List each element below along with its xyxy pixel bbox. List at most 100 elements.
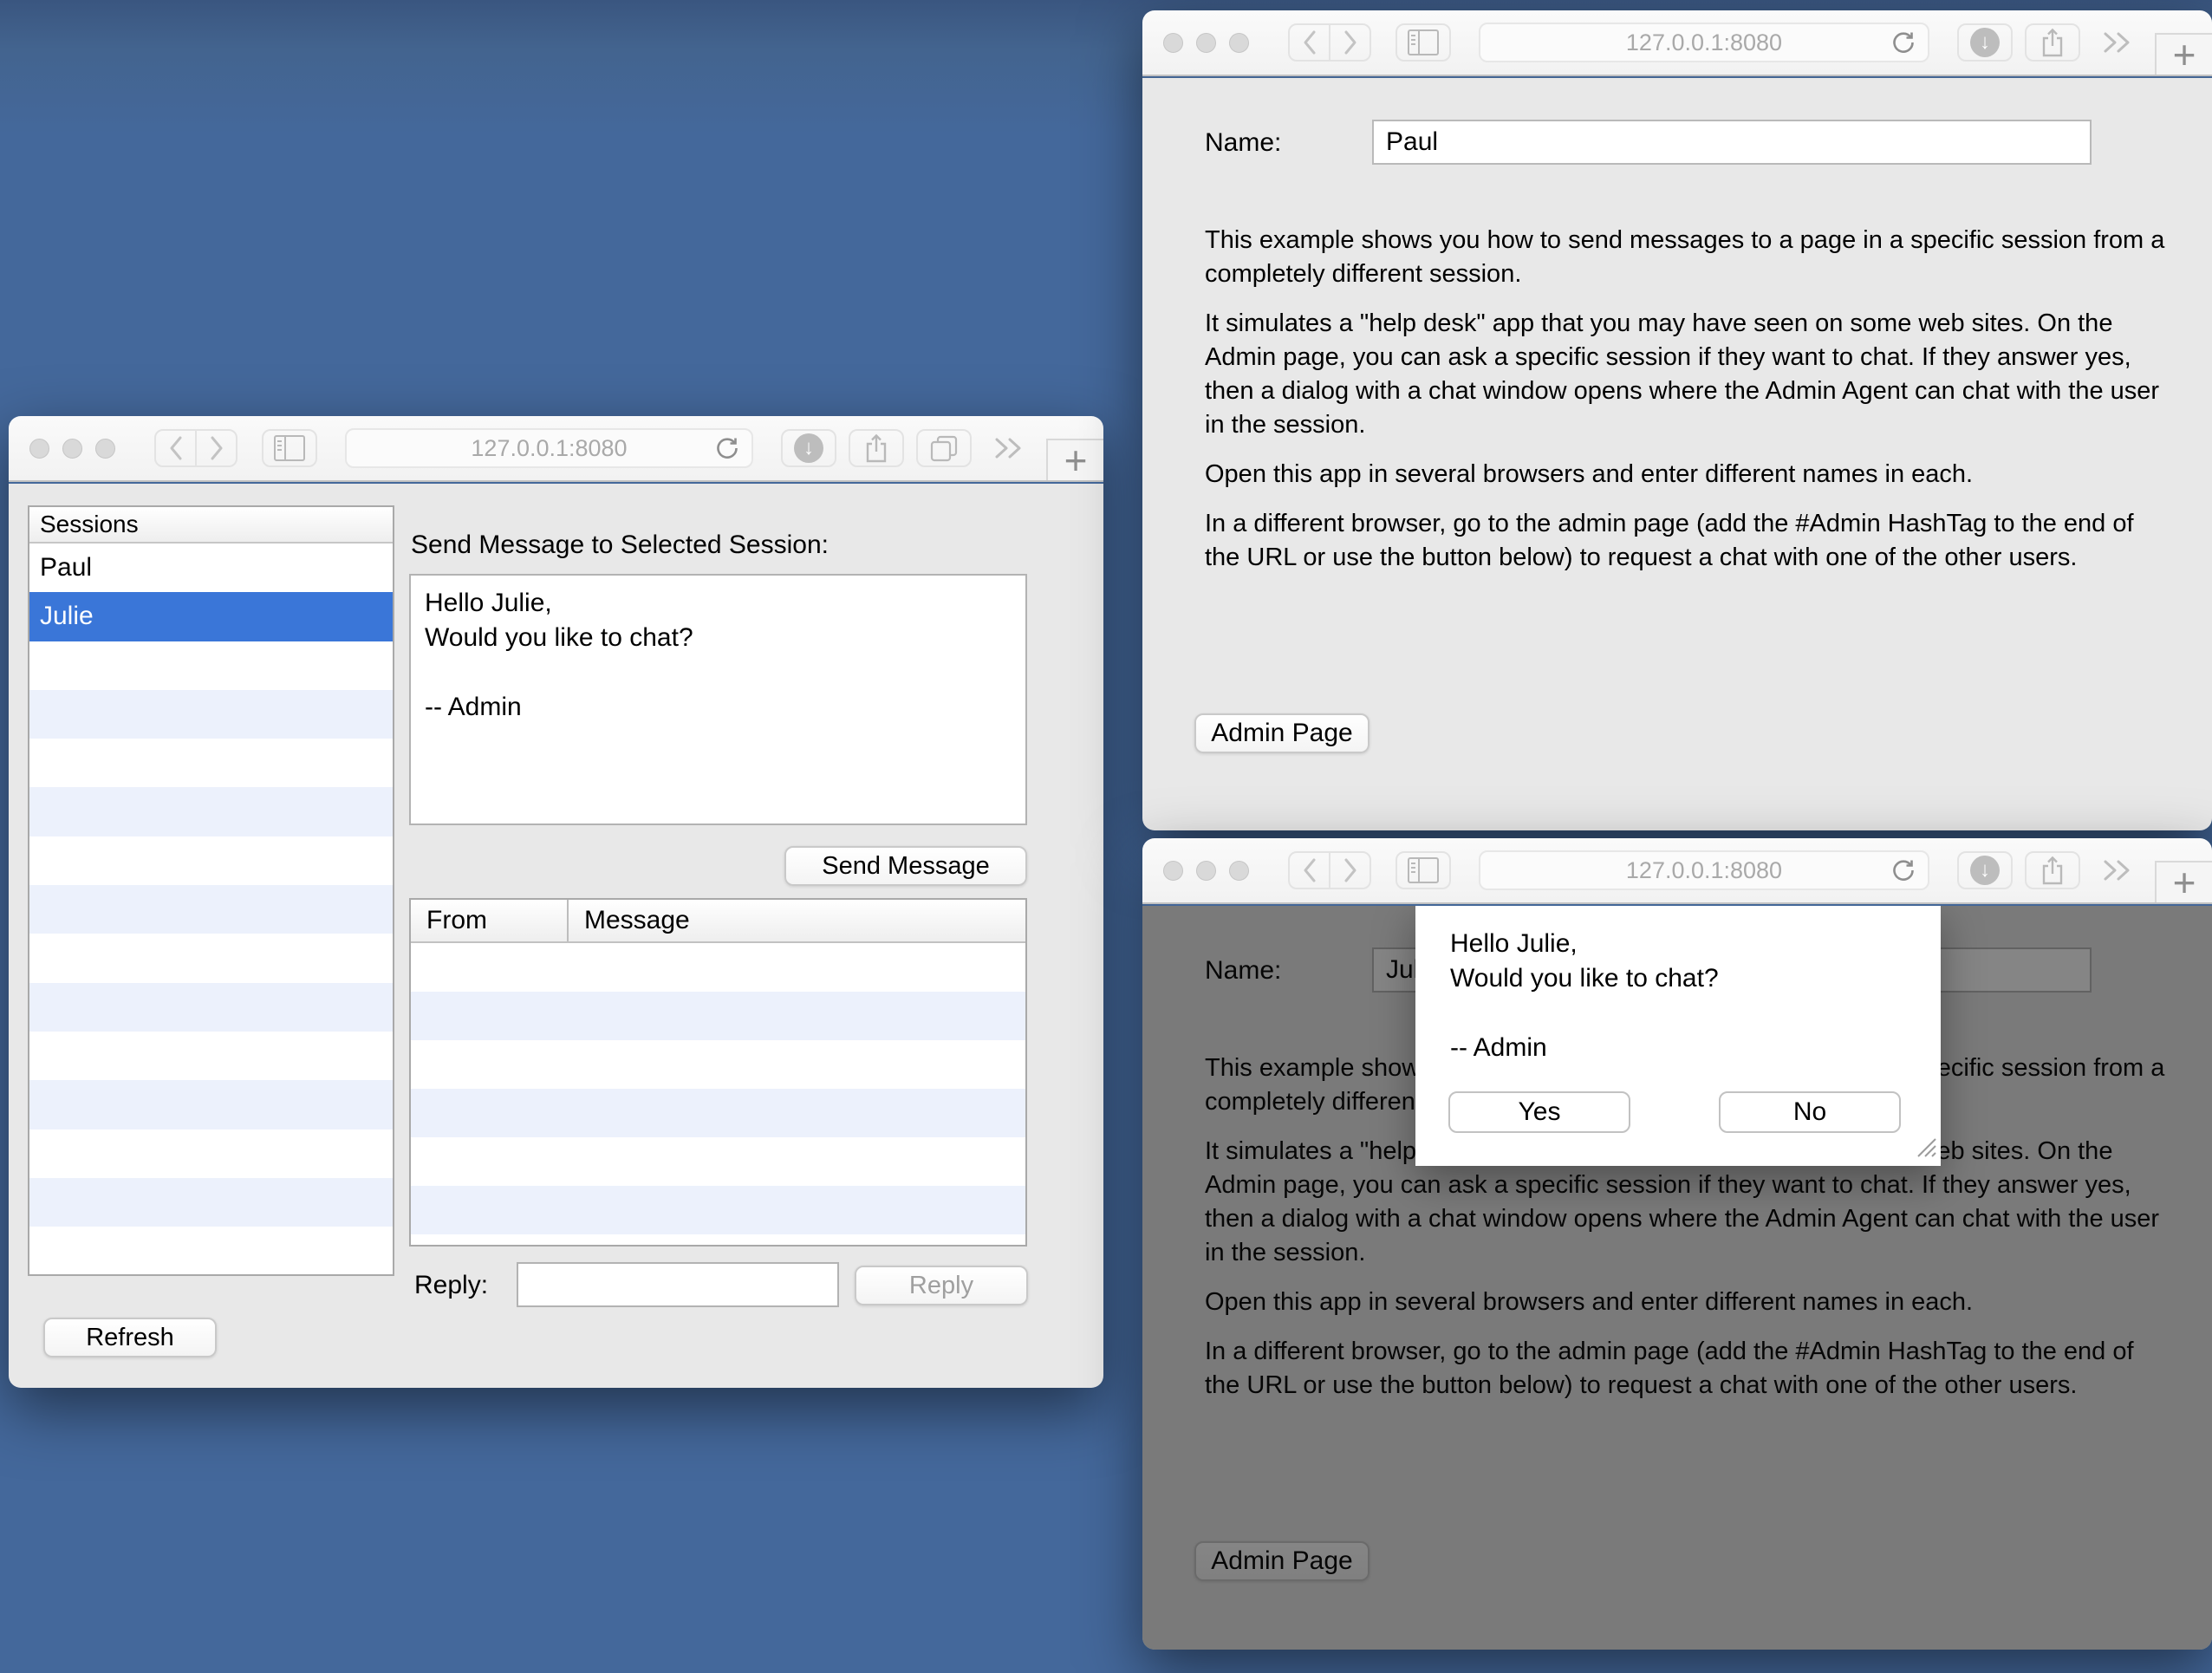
toolbar-overflow-button[interactable]	[2101, 858, 2134, 882]
toolbar-overflow-button[interactable]	[2101, 30, 2134, 55]
minimize-window-button[interactable]	[62, 439, 82, 459]
name-input[interactable]	[1372, 120, 2092, 165]
user-page-content: Name: This example shows you how to send…	[1142, 78, 2212, 830]
session-row-empty[interactable]	[29, 934, 393, 982]
address-bar[interactable]: 127.0.0.1:8080	[1479, 23, 1929, 62]
admin-page-button[interactable]: Admin Page	[1194, 713, 1369, 753]
download-icon: ↓	[1970, 28, 2000, 57]
share-button[interactable]	[2025, 23, 2080, 62]
session-row-empty[interactable]	[29, 787, 393, 836]
admin-page-content: Sessions Paul Julie Send Message to Sele…	[9, 484, 1103, 1388]
send-message-button[interactable]: Send Message	[784, 846, 1027, 886]
new-tab-button[interactable]: +	[2155, 33, 2212, 75]
double-chevron-icon	[2101, 30, 2134, 55]
column-header-from[interactable]: From	[411, 900, 569, 941]
new-tab-button[interactable]: +	[1046, 439, 1103, 480]
sidebar-button[interactable]	[262, 429, 317, 467]
session-row-empty[interactable]	[29, 690, 393, 739]
minimize-window-button[interactable]	[1196, 861, 1216, 881]
session-row-empty[interactable]	[29, 1032, 393, 1080]
session-row-empty[interactable]	[29, 983, 393, 1032]
back-button[interactable]	[154, 429, 197, 467]
share-button[interactable]	[2025, 851, 2080, 889]
close-window-button[interactable]	[1163, 33, 1183, 53]
session-row-empty[interactable]	[29, 836, 393, 885]
sessions-list-header: Sessions	[29, 507, 393, 544]
reload-icon[interactable]	[713, 434, 741, 468]
forward-button[interactable]	[1329, 851, 1371, 889]
browser-toolbar: 127.0.0.1:8080 ↓ +	[9, 416, 1103, 482]
sessions-list-body: Paul Julie	[29, 544, 393, 1275]
session-row-paul[interactable]: Paul	[29, 544, 393, 592]
table-row[interactable]	[411, 1040, 1025, 1089]
sidebar-icon	[274, 435, 305, 461]
session-row-empty[interactable]	[29, 1080, 393, 1129]
session-row-julie-selected[interactable]: Julie	[29, 592, 393, 641]
downloads-button[interactable]: ↓	[1957, 851, 2013, 889]
no-button[interactable]: No	[1719, 1091, 1901, 1133]
session-row-empty[interactable]	[29, 1227, 393, 1275]
message-textarea[interactable]: Hello Julie, Would you like to chat? -- …	[409, 574, 1027, 825]
admin-browser-window: 127.0.0.1:8080 ↓ + Sessions Paul Julie	[9, 416, 1103, 1388]
chevron-left-icon	[1301, 857, 1318, 883]
tab-overview-button[interactable]	[916, 429, 972, 467]
close-window-button[interactable]	[29, 439, 49, 459]
table-row[interactable]	[411, 943, 1025, 992]
address-bar[interactable]: 127.0.0.1:8080	[345, 428, 753, 468]
paragraph: This example shows you how to send messa…	[1205, 224, 2212, 291]
browser-toolbar: 127.0.0.1:8080 ↓ +	[1142, 10, 2212, 76]
forward-button[interactable]	[195, 429, 237, 467]
reply-button[interactable]: Reply	[855, 1266, 1028, 1305]
sidebar-icon	[1408, 857, 1439, 883]
sidebar-button[interactable]	[1396, 851, 1451, 889]
share-icon	[2040, 28, 2065, 57]
paragraph: Open this app in several browsers and en…	[1205, 458, 2212, 491]
session-row-empty[interactable]	[29, 1178, 393, 1227]
share-icon	[2040, 856, 2065, 885]
table-row[interactable]	[411, 1186, 1025, 1234]
session-row-empty[interactable]	[29, 641, 393, 690]
session-row-empty[interactable]	[29, 885, 393, 934]
reply-input[interactable]	[517, 1262, 839, 1307]
back-button[interactable]	[1288, 23, 1330, 62]
address-bar[interactable]: 127.0.0.1:8080	[1479, 850, 1929, 890]
close-window-button[interactable]	[1163, 861, 1183, 881]
zoom-window-button[interactable]	[1229, 33, 1249, 53]
yes-button[interactable]: Yes	[1448, 1091, 1630, 1133]
table-row[interactable]	[411, 992, 1025, 1040]
back-button[interactable]	[1288, 851, 1330, 889]
sidebar-button[interactable]	[1396, 23, 1451, 62]
julie-browser-window: 127.0.0.1:8080 ↓ + Name: This example sh…	[1142, 838, 2212, 1650]
new-tab-button[interactable]: +	[2155, 861, 2212, 902]
table-row[interactable]	[411, 1137, 1025, 1186]
session-row-empty[interactable]	[29, 1129, 393, 1178]
chevron-right-icon	[208, 435, 225, 461]
toolbar-overflow-button[interactable]	[992, 436, 1025, 460]
zoom-window-button[interactable]	[1229, 861, 1249, 881]
downloads-button[interactable]: ↓	[1957, 23, 2013, 62]
chat-request-dialog: Hello Julie, Would you like to chat? -- …	[1415, 906, 1941, 1166]
share-button[interactable]	[849, 429, 904, 467]
refresh-button[interactable]: Refresh	[43, 1318, 217, 1357]
resize-grip-icon[interactable]	[1915, 1136, 1937, 1162]
stacked-windows-icon	[930, 434, 958, 462]
double-chevron-icon	[2101, 858, 2134, 882]
downloads-button[interactable]: ↓	[781, 429, 836, 467]
url-text: 127.0.0.1:8080	[1626, 857, 1782, 884]
forward-button[interactable]	[1329, 23, 1371, 62]
messages-table-body	[411, 943, 1025, 1247]
reload-icon[interactable]	[1890, 856, 1917, 890]
session-row-empty[interactable]	[29, 739, 393, 787]
column-header-message[interactable]: Message	[569, 900, 1025, 941]
zoom-window-button[interactable]	[95, 439, 115, 459]
reload-icon[interactable]	[1890, 29, 1917, 62]
user-page-content-dimmed: Name: This example shows you how to send…	[1142, 906, 2212, 1650]
name-label: Name:	[1205, 128, 1281, 158]
send-message-label: Send Message to Selected Session:	[411, 531, 829, 560]
paragraph: It simulates a "help desk" app that you …	[1205, 307, 2212, 442]
minimize-window-button[interactable]	[1196, 33, 1216, 53]
table-row[interactable]	[411, 1234, 1025, 1247]
browser-toolbar: 127.0.0.1:8080 ↓ +	[1142, 838, 2212, 904]
page-description: This example shows you how to send messa…	[1205, 224, 2212, 590]
table-row[interactable]	[411, 1089, 1025, 1137]
